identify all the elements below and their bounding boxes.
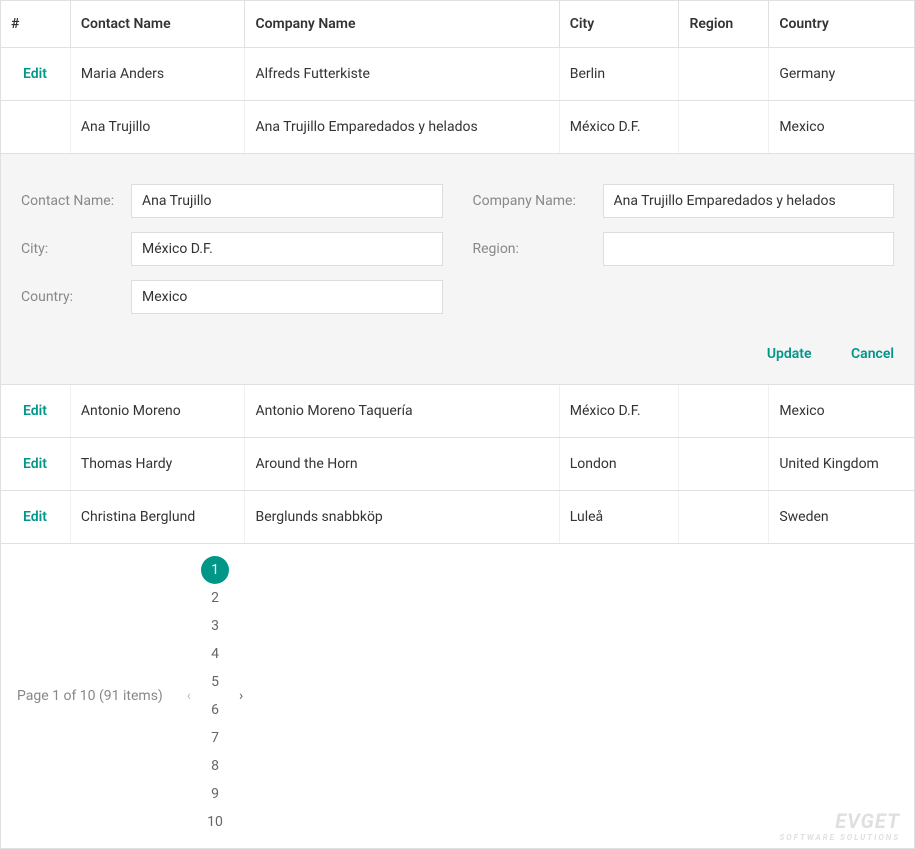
pager-page-10[interactable]: 10 (201, 808, 229, 836)
cell-country: Germany (769, 48, 914, 100)
edit-link[interactable]: Edit (11, 456, 47, 472)
cell-contact: Christina Berglund (71, 491, 246, 543)
table-row: Edit Antonio MorenoAntonio Moreno Taquerí… (1, 385, 914, 438)
cell-city: México D.F. (560, 101, 680, 153)
cell-company: Ana Trujillo Emparedados y helados (245, 101, 559, 153)
header-contact[interactable]: Contact Name (71, 1, 246, 47)
input-city[interactable] (131, 232, 443, 266)
pager-page-6[interactable]: 6 (201, 696, 229, 724)
cell-country: Mexico (769, 385, 914, 437)
cell-city: Berlin (560, 48, 680, 100)
edit-link[interactable]: Edit (11, 403, 47, 419)
pager-page-9[interactable]: 9 (201, 780, 229, 808)
cancel-button[interactable]: Cancel (851, 346, 894, 362)
cell-country: United Kingdom (769, 438, 914, 490)
cell-region (679, 438, 769, 490)
pager-info: Page 1 of 10 (91 items) (17, 688, 163, 704)
pager-page-1[interactable]: 1 (201, 556, 229, 584)
pager: Page 1 of 10 (91 items) ‹ 12345678910 › … (1, 544, 914, 848)
cell-city: London (560, 438, 680, 490)
cell-action: Edit (1, 385, 71, 437)
header-action[interactable]: # (1, 1, 71, 47)
table-row: Edit Maria AndersAlfreds FutterkisteBerli… (1, 48, 914, 101)
edit-link[interactable]: Edit (11, 509, 47, 525)
data-grid: # Contact Name Company Name City Region … (0, 0, 915, 849)
cell-contact: Antonio Moreno (71, 385, 246, 437)
pager-page-3[interactable]: 3 (201, 612, 229, 640)
label-city: City: (21, 241, 131, 257)
pager-page-5[interactable]: 5 (201, 668, 229, 696)
table-row: Edit Christina BerglundBerglunds snabbköp… (1, 491, 914, 544)
cell-action: Edit (1, 48, 71, 100)
cell-company: Alfreds Futterkiste (245, 48, 559, 100)
header-country[interactable]: Country (769, 1, 914, 47)
cell-city: México D.F. (560, 385, 680, 437)
column-header-row: # Contact Name Company Name City Region … (1, 1, 914, 48)
edit-link[interactable]: Edit (11, 66, 47, 82)
pager-page-4[interactable]: 4 (201, 640, 229, 668)
cell-country: Sweden (769, 491, 914, 543)
cell-company: Around the Horn (245, 438, 559, 490)
cell-region (679, 385, 769, 437)
cell-company: Antonio Moreno Taquería (245, 385, 559, 437)
pager-next-icon[interactable]: › (233, 688, 249, 704)
input-contact[interactable] (131, 184, 443, 218)
pager-nav: ‹ 12345678910 › (181, 556, 249, 836)
cell-contact: Thomas Hardy (71, 438, 246, 490)
pager-page-2[interactable]: 2 (201, 584, 229, 612)
cell-action: Edit (1, 491, 71, 543)
cell-region (679, 491, 769, 543)
header-region[interactable]: Region (679, 1, 769, 47)
pager-page-8[interactable]: 8 (201, 752, 229, 780)
input-country[interactable] (131, 280, 443, 314)
cell-contact: Ana Trujillo (71, 101, 246, 153)
update-button[interactable]: Update (767, 346, 812, 362)
header-city[interactable]: City (560, 1, 680, 47)
cell-region (679, 101, 769, 153)
cell-country: Mexico (769, 101, 914, 153)
label-contact: Contact Name: (21, 193, 131, 209)
cell-action: Edit (1, 438, 71, 490)
cell-contact: Maria Anders (71, 48, 246, 100)
pager-page-7[interactable]: 7 (201, 724, 229, 752)
cell-company: Berglunds snabbköp (245, 491, 559, 543)
input-company[interactable] (603, 184, 895, 218)
cell-city: Luleå (560, 491, 680, 543)
table-row: Ana TrujilloAna Trujillo Emparedados y h… (1, 101, 914, 154)
cell-action (1, 101, 71, 153)
input-region[interactable] (603, 232, 895, 266)
label-region: Region: (473, 241, 603, 257)
header-company[interactable]: Company Name (245, 1, 559, 47)
cell-region (679, 48, 769, 100)
label-company: Company Name: (473, 193, 603, 209)
label-country: Country: (21, 289, 131, 305)
watermark-line1: EVGET (780, 809, 900, 833)
table-row: Edit Thomas HardyAround the HornLondon Uni… (1, 438, 914, 491)
pager-prev-icon[interactable]: ‹ (181, 688, 197, 704)
watermark-line2: SOFTWARE SOLUTIONS (780, 833, 900, 842)
watermark: EVGET SOFTWARE SOLUTIONS (780, 809, 900, 842)
edit-form-panel: Contact Name: City: Country: Company Nam… (1, 154, 914, 385)
